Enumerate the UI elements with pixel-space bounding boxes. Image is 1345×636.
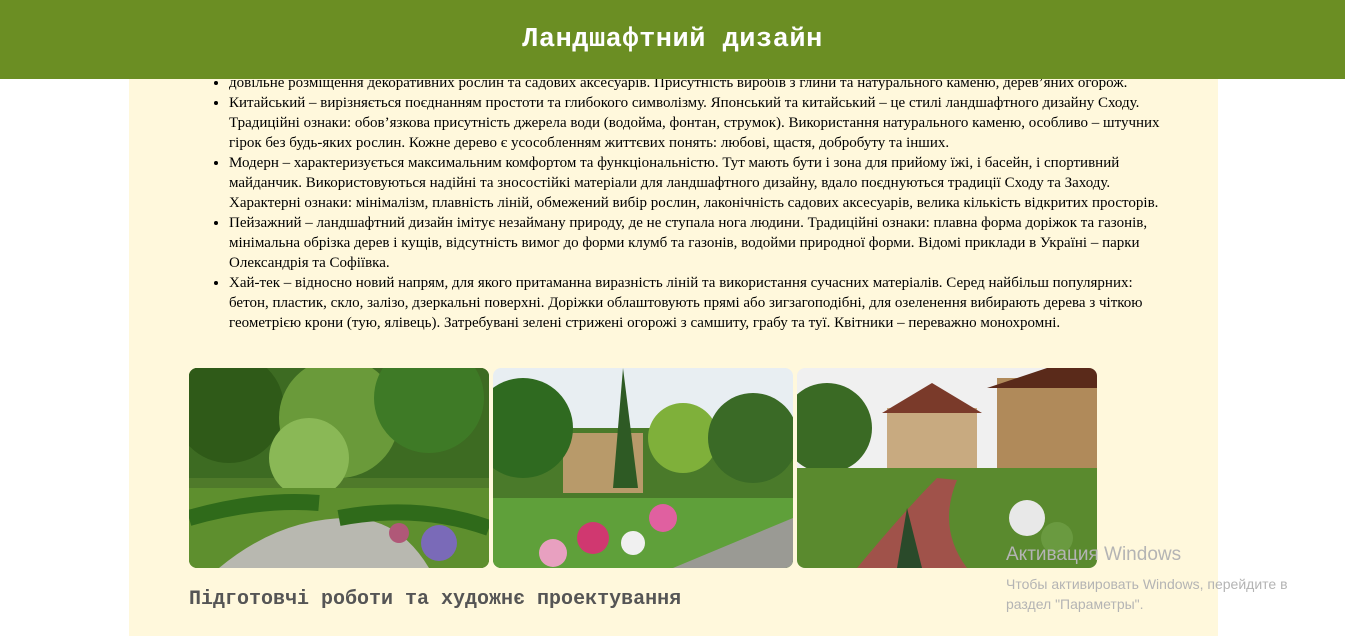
- list-item: Модерн – характеризується максимальним к…: [229, 153, 1174, 213]
- styles-list: довільне розміщення декоративних рослин …: [189, 73, 1174, 333]
- list-item: Китайський – вирізняється поєднанням про…: [229, 93, 1174, 153]
- garden-photo-lawn-flowers: [493, 368, 793, 568]
- site-title: Ландшафтний дизайн: [522, 24, 823, 55]
- site-header: Ландшафтний дизайн: [0, 0, 1345, 79]
- garden-photo-hedges: [189, 368, 489, 568]
- section-heading: Підготовчі роботи та художнє проектуванн…: [189, 588, 682, 611]
- main-content: довільне розміщення декоративних рослин …: [189, 73, 1174, 333]
- list-item: Хай-тек – відносно новий напрям, для яко…: [229, 273, 1174, 333]
- list-item: Пейзажний – ландшафтний дизайн імітує не…: [229, 213, 1174, 273]
- photo-gallery: [189, 368, 1097, 568]
- garden-photo-house-path: [797, 368, 1097, 568]
